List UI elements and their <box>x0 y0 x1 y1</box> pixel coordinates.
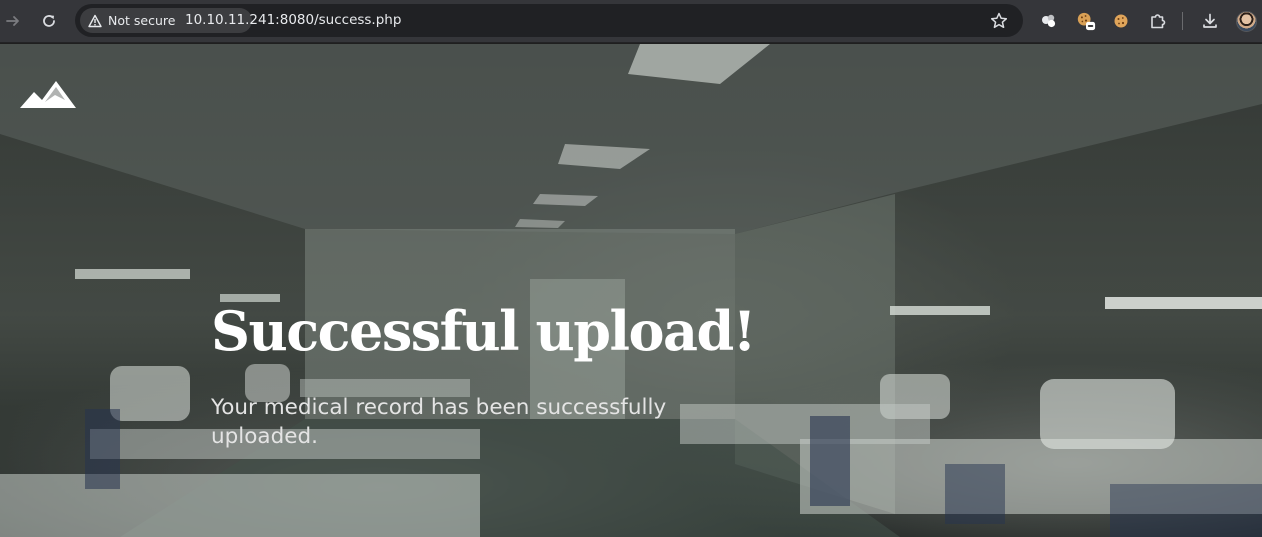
mountain-logo <box>20 81 76 108</box>
security-label: Not secure <box>108 13 176 28</box>
hero-section: Successful upload! Your medical record h… <box>0 44 1262 537</box>
arrow-right-icon <box>6 16 19 26</box>
extension-blob-button[interactable] <box>1039 11 1059 31</box>
cookie-button[interactable] <box>1111 11 1131 31</box>
warning-triangle-icon <box>88 14 102 27</box>
download-button[interactable] <box>1200 11 1220 31</box>
reload-button[interactable] <box>37 9 61 33</box>
forward-button[interactable] <box>1 9 25 33</box>
puzzle-icon <box>1151 14 1166 29</box>
success-message: Your medical record has been successfull… <box>211 395 667 449</box>
extensions-button[interactable] <box>1148 11 1168 31</box>
avatar[interactable] <box>1236 11 1257 32</box>
hospital-ward-background <box>0 44 1262 537</box>
page-title: Successful upload! <box>211 299 756 363</box>
extension-blob-icon <box>1042 14 1056 28</box>
address-bar[interactable]: Not secure 10.10.11.241:8080/success.php <box>75 4 1023 37</box>
download-icon <box>1203 13 1217 28</box>
star-icon[interactable] <box>989 11 1009 31</box>
toolbar-separator <box>1182 12 1183 30</box>
cookie-extension-button[interactable] <box>1076 11 1096 31</box>
reload-icon <box>43 15 55 27</box>
cookie-extension-icon <box>1077 12 1096 31</box>
cookie-icon <box>1114 14 1128 28</box>
url-text[interactable]: 10.10.11.241:8080/success.php <box>185 12 401 28</box>
browser-toolbar: Not secure 10.10.11.241:8080/success.php <box>0 0 1262 43</box>
